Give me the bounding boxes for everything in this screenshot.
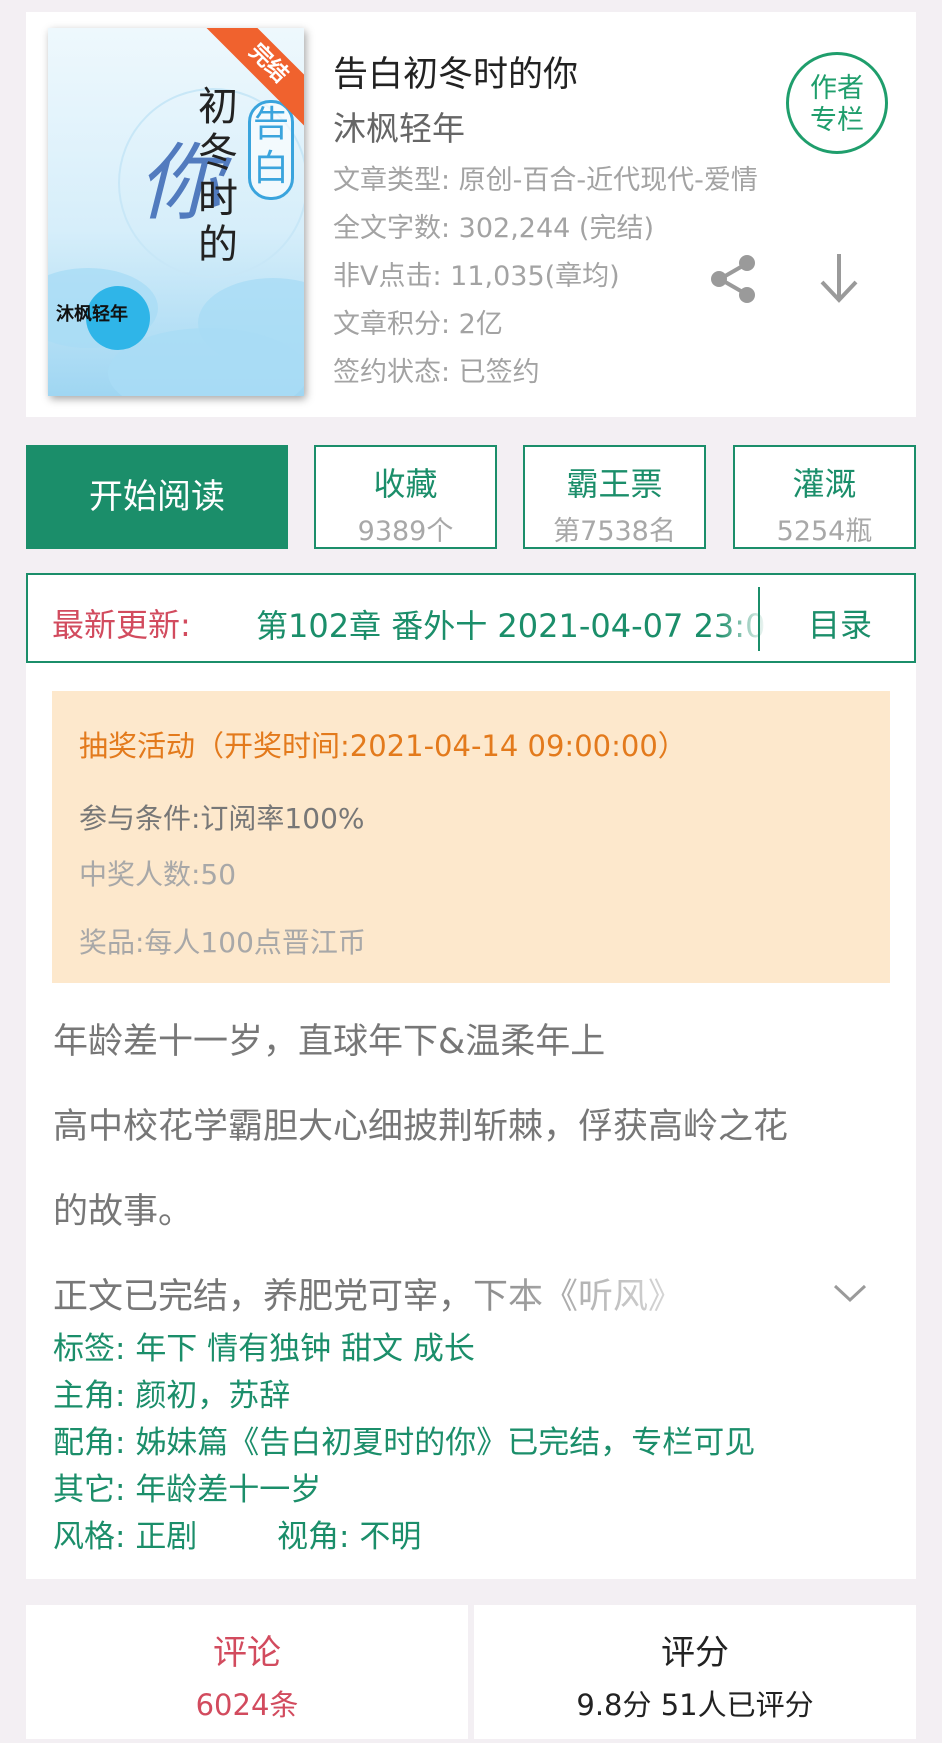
favorite-button[interactable]: 收藏 9389个 — [314, 445, 497, 549]
download-icon[interactable] — [816, 250, 862, 306]
intro-line-1: 年龄差十一岁，直球年下&温柔年上 — [53, 1022, 606, 1062]
tags-key: 标签: — [53, 1331, 126, 1367]
meta-clicks: 非Ⅴ点击: 11,035(章均) — [333, 261, 620, 292]
view-value: 不明 — [359, 1519, 422, 1555]
author-column-label-1: 作者 — [810, 73, 864, 104]
chevron-down-icon[interactable] — [832, 1281, 868, 1305]
comments-tab[interactable]: 评论 6024条 — [26, 1605, 468, 1739]
nutrient-button[interactable]: 灌溉 5254瓶 — [733, 445, 916, 549]
rating-tab[interactable]: 评分 9.8分 51人已评分 — [474, 1605, 916, 1739]
meta-word-count: 全文字数: 302,244 (完结) — [333, 213, 654, 244]
favorite-count: 9389个 — [357, 516, 454, 547]
rating-label: 评分 — [661, 1633, 729, 1673]
other-value: 年龄差十一岁 — [135, 1472, 322, 1508]
nutrient-count: 5254瓶 — [776, 516, 873, 547]
cover-title-right: 告白 — [248, 100, 294, 200]
overlord-ticket-rank: 第7538名 — [553, 516, 676, 547]
latest-update-label: 最新更新: — [52, 606, 191, 644]
nutrient-label: 灌溉 — [792, 465, 857, 503]
style-row: 风格: 正剧 视角: 不明 — [53, 1511, 421, 1556]
other-key: 其它: — [53, 1472, 126, 1508]
comments-count: 6024条 — [195, 1688, 299, 1722]
style-value: 正剧 — [135, 1519, 198, 1555]
support-key: 配角: — [53, 1425, 126, 1461]
author-column-label-2: 专栏 — [810, 105, 864, 136]
intro-line-2: 高中校花学霸胆大心细披荆斩棘，俘获高岭之花 — [53, 1107, 789, 1147]
cover-title-left: 初冬时的 — [198, 84, 238, 268]
start-reading-button[interactable]: 开始阅读 — [26, 445, 288, 549]
meta-genre: 文章类型: 原创-百合-近代现代-爱情 — [333, 165, 758, 196]
meta-sign-status: 签约状态: 已签约 — [333, 357, 540, 388]
author-column-button[interactable]: 作者 专栏 — [786, 52, 888, 154]
share-icon[interactable] — [706, 252, 760, 306]
intro-line-3: 的故事。 — [53, 1192, 194, 1232]
lottery-condition: 参与条件:订阅率100% — [79, 802, 365, 835]
latest-divider — [758, 587, 760, 651]
latest-text-fade — [718, 585, 768, 651]
support-value: 姊妹篇《告白初夏时的你》已完结，专栏可见 — [135, 1425, 756, 1461]
intro-fade — [466, 1263, 786, 1319]
book-author[interactable]: 沐枫轻年 — [333, 102, 465, 150]
comments-label: 评论 — [213, 1633, 281, 1673]
meta-score: 文章积分: 2亿 — [333, 309, 503, 340]
cover-author-name: 沐枫轻年 — [56, 304, 128, 325]
tags-value[interactable]: 年下 情有独钟 甜文 成长 — [135, 1331, 475, 1367]
view-key: 视角: — [277, 1519, 350, 1555]
other-row: 其它: 年龄差十一岁 — [53, 1464, 321, 1509]
book-info-card: 你 初冬时的 告白 沐枫轻年 完结 告白初冬时的你 沐枫轻年 文章类型: 原创-… — [26, 12, 916, 417]
overlord-ticket-label: 霸王票 — [566, 465, 663, 503]
favorite-label: 收藏 — [373, 465, 438, 503]
lottery-title: 抽奖活动（开奖时间:2021-04-14 09:00:00） — [79, 729, 687, 763]
rating-value: 9.8分 51人已评分 — [576, 1688, 814, 1722]
book-title: 告白初冬时的你 — [333, 55, 579, 95]
lottery-prize: 奖品:每人100点晋江币 — [79, 926, 366, 959]
book-cover-image[interactable]: 你 初冬时的 告白 沐枫轻年 完结 — [48, 28, 304, 396]
overlord-ticket-button[interactable]: 霸王票 第7538名 — [523, 445, 706, 549]
style-key: 风格: — [53, 1519, 126, 1555]
lead-row: 主角: 颜初，苏辞 — [53, 1370, 290, 1415]
table-of-contents-button[interactable]: 目录 — [808, 600, 872, 646]
lead-key: 主角: — [53, 1378, 126, 1414]
support-row: 配角: 姊妹篇《告白初夏时的你》已完结，专栏可见 — [53, 1417, 755, 1462]
lottery-winners: 中奖人数:50 — [79, 858, 237, 891]
book-detail-section: 抽奖活动（开奖时间:2021-04-14 09:00:00） 参与条件:订阅率1… — [26, 663, 916, 1579]
lottery-box: 抽奖活动（开奖时间:2021-04-14 09:00:00） 参与条件:订阅率1… — [52, 691, 890, 983]
lead-value: 颜初，苏辞 — [135, 1378, 291, 1414]
latest-update-bar: 最新更新: 第102章 番外十 2021-04-07 23:00:00 目录 — [26, 573, 916, 663]
latest-chapter-link[interactable]: 第102章 番外十 2021-04-07 23:00:00 — [256, 601, 766, 647]
tags-row: 标签: 年下 情有独钟 甜文 成长 — [53, 1323, 475, 1368]
